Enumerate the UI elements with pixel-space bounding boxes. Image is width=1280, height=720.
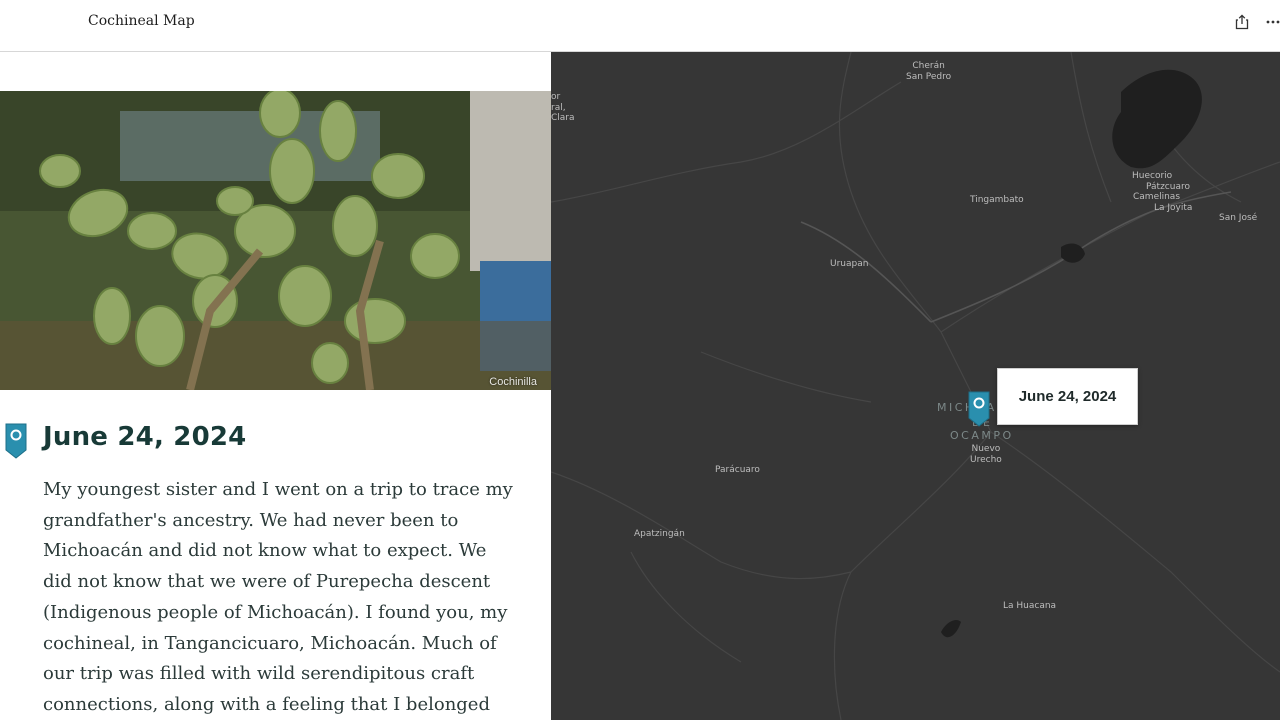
place-la-joyita: La Joyita — [1154, 203, 1193, 213]
region-label-line3: OCAMPO — [950, 429, 1014, 442]
more-icon — [1266, 20, 1280, 24]
place-clara: or ral, Clara — [551, 92, 575, 123]
photo-caption: Cochinilla — [489, 376, 537, 388]
place-apatzingan: Apatzingán — [634, 529, 685, 539]
cactus-photo: Cochinilla — [0, 91, 551, 390]
place-huecorio: Huecorio — [1132, 171, 1173, 181]
place-patzcuaro: Pátzcuaro — [1146, 182, 1190, 192]
more-options-button[interactable] — [1266, 12, 1280, 32]
place-san-jose: San José — [1219, 213, 1258, 223]
entry-body-text: My youngest sister and I went on a trip … — [43, 479, 513, 715]
place-paracuaro: Parácuaro — [715, 465, 760, 475]
place-cheran-san-pedro: Cherán San Pedro — [906, 61, 952, 82]
place-camelinas: Camelinas — [1133, 192, 1181, 202]
place-nuevo-urecho: Nuevo Urecho — [970, 444, 1002, 465]
map-tooltip: June 24, 2024 — [997, 368, 1138, 425]
place-la-huacana: La Huacana — [1003, 601, 1057, 611]
map-view[interactable]: Cherán San Pedro or ral, Clara Tingambat… — [551, 52, 1280, 720]
map-pin-icon[interactable] — [968, 390, 990, 428]
narrative-panel[interactable]: Cochinilla June 24, 2024 My youngest sis… — [0, 52, 551, 720]
app-title: Cochineal Map — [88, 13, 195, 29]
share-icon — [1235, 14, 1249, 30]
share-button[interactable] — [1232, 12, 1252, 32]
entry-title: June 24, 2024 — [43, 422, 247, 452]
place-uruapan: Uruapan — [830, 259, 869, 269]
place-tingambato: Tingambato — [970, 195, 1024, 205]
map-pin-icon — [5, 423, 27, 459]
basemap — [551, 52, 1280, 720]
tooltip-text: June 24, 2024 — [1018, 388, 1117, 405]
app-header: Cochineal Map — [0, 0, 1280, 52]
